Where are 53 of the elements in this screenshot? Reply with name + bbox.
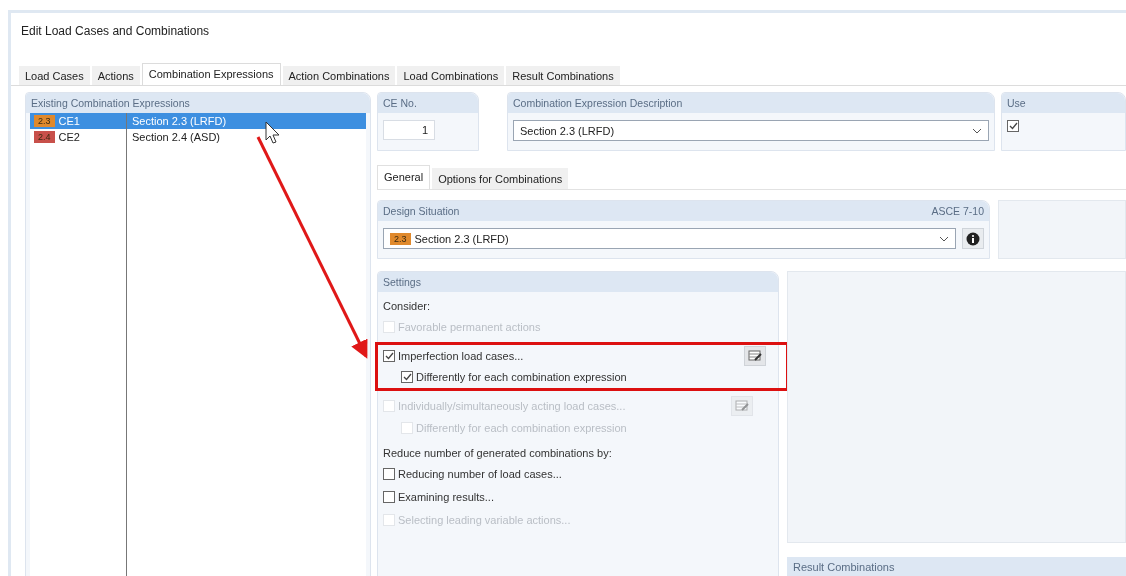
situation-badge: 2.3: [390, 232, 411, 245]
tab[interactable]: Load Combinations: [397, 66, 505, 86]
tab[interactable]: Result Combinations: [506, 66, 620, 86]
section-label: Reduce number of generated combinations by:: [383, 447, 613, 459]
description-dropdown[interactable]: Section 2.3 (LRFD): [513, 120, 989, 141]
list-cell[interactable]: Section 2.4 (ASD): [126, 129, 366, 145]
checkbox[interactable]: [383, 468, 395, 480]
option-label: Examining results...: [398, 491, 494, 503]
checkbox[interactable]: [1007, 120, 1019, 132]
option-label: Differently for each combination expression: [416, 371, 627, 383]
tab[interactable]: Load Cases: [19, 66, 90, 86]
option-label: Favorable permanent actions: [398, 321, 541, 333]
edit-button[interactable]: [744, 346, 766, 366]
section-label: Consider:: [383, 300, 432, 312]
option-label: Reducing number of load cases...: [398, 468, 562, 480]
expression-id: CE1: [58, 115, 80, 127]
tab[interactable]: Combination Expressions: [141, 63, 281, 86]
dropdown-value: Section 2.3 (LRFD): [414, 232, 509, 245]
group-title: Use: [1007, 97, 1026, 109]
option-label: Individually/simultaneously acting load cases...: [398, 400, 626, 412]
group-title: Combination Expression Description: [513, 97, 683, 109]
mouse-cursor-icon: [265, 121, 280, 144]
checkbox[interactable]: [383, 350, 395, 362]
group-title: Design Situation: [383, 205, 460, 217]
situation-badge: 2.3: [34, 115, 55, 127]
table-edit-icon: [748, 350, 762, 362]
panel-title: Existing Combination Expressions: [31, 97, 190, 109]
group-title: Settings: [383, 276, 421, 288]
option-label: Selecting leading variable actions...: [398, 514, 571, 526]
number-field[interactable]: 1: [383, 120, 435, 140]
tab[interactable]: Options for Combinations: [432, 168, 569, 189]
tab[interactable]: Actions: [91, 66, 140, 86]
result-combinations-header: Result Combinations: [787, 557, 1126, 576]
info-icon: [966, 231, 980, 246]
checkbox[interactable]: [383, 491, 395, 503]
situation-badge: 2.4: [34, 131, 55, 143]
option-label: Differently for each combination expression: [416, 422, 627, 434]
list-cell[interactable]: 2.3 CE1: [30, 113, 126, 129]
list-cell[interactable]: 2.4 CE2: [30, 129, 126, 145]
checkbox[interactable]: [401, 371, 413, 383]
group-title: CE No.: [383, 97, 417, 109]
option-label: Imperfection load cases...: [398, 350, 524, 362]
info-button[interactable]: [962, 228, 984, 249]
window-title: Edit Load Cases and Combinations: [20, 23, 211, 40]
table-edit-icon: [735, 400, 749, 412]
design-situation-dropdown[interactable]: 2.3 Section 2.3 (LRFD): [383, 228, 956, 249]
expression-id: CE2: [58, 131, 80, 143]
standard-label: ASCE 7-10: [931, 205, 984, 217]
caret-icon: [939, 235, 949, 242]
caret-icon: [972, 127, 982, 134]
tab[interactable]: Action Combinations: [282, 66, 396, 86]
dropdown-value: Section 2.3 (LRFD): [520, 124, 615, 137]
tab[interactable]: General: [377, 165, 431, 189]
